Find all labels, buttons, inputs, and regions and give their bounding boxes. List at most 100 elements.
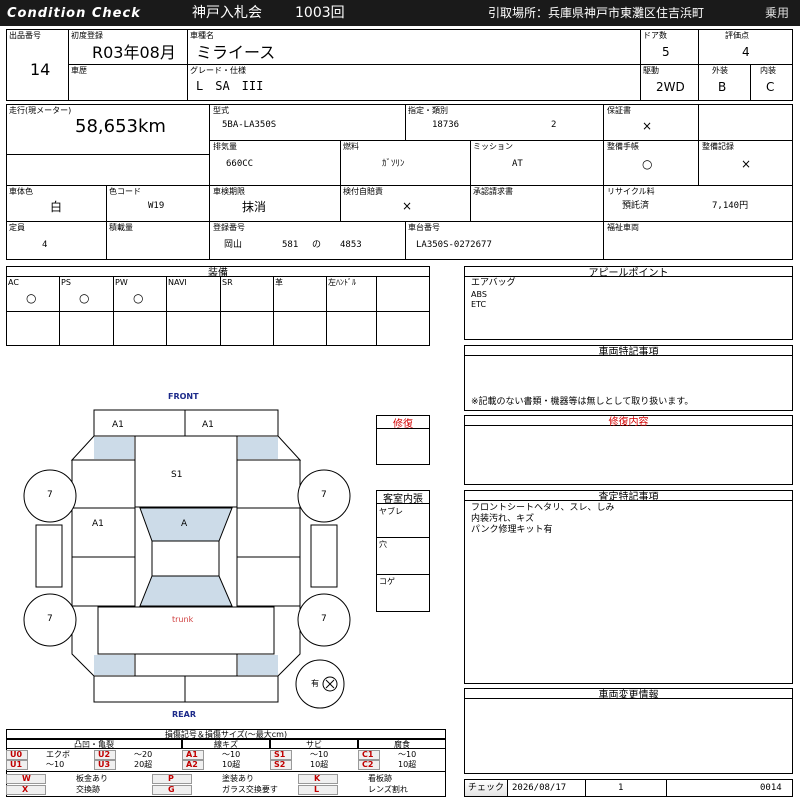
lot-number: 14 [30,60,51,79]
displacement-label: 排気量 [213,142,237,151]
score-value: 4 [742,45,750,59]
score-label: 評価点 [725,31,749,40]
legend-code: A1 [186,750,198,759]
legend-group-header: 凸凹・亀裂 [6,739,182,749]
history-label: 車歴 [71,66,87,75]
manual-label: 整備手帳 [607,142,639,151]
car-name-label: 車種名 [190,31,214,40]
assessment-line-2: 内装汚れ、キズ [471,514,535,524]
legend-group-header: 腐食 [358,739,446,749]
reg-class: 581 [282,240,299,250]
assessment-line-1: フロントシートヘタリ、スレ、しみ [471,503,615,513]
cabin-burn: コゲ [379,577,395,586]
vehicle-category: 乗用 [765,6,790,20]
color-label: 車体色 [9,187,33,196]
legend-desc: 10超 [222,760,241,769]
legend-code: L [314,785,320,794]
approval-label: 承認請求書 [473,187,513,196]
car-diagram [23,409,351,709]
model-label: 型式 [213,106,229,115]
legend-title: 損傷記号＆損傷サイズ(～最大cm) [6,729,446,739]
first-reg-value: R03年08月 [92,43,176,62]
displacement-value: 660CC [226,159,254,169]
equipment-mark: ○ [133,291,144,305]
special-notes-title: 車両特記事項 [464,345,793,358]
legend-desc: 板金あり [76,774,108,783]
recycle-status: 預託済 [622,201,650,211]
appeal-title: アピールポイント [464,266,793,279]
car-name-value: ミライース [196,43,276,62]
load-label: 積載量 [109,223,133,232]
trunk-label: trunk [172,615,194,624]
legend-desc: ～10 [398,750,417,759]
legend-group-header: 線キズ [182,739,270,749]
legend-desc: 交換跡 [76,785,100,794]
legend-desc: ～20 [134,750,153,759]
window-panels [94,437,278,675]
legend-desc: エクボ [46,750,70,759]
pedal-label: 有 [311,679,319,688]
tire-front-left: 7 [47,490,53,500]
welfare-label: 福祉車両 [607,223,639,232]
equipment-label: AC [8,278,19,287]
category-label: 指定・類別 [408,106,448,115]
special-notes-text: ※記載のない書類・機器等は無しとして取り扱います。 [471,397,694,407]
cabin-tear: ヤブレ [379,507,403,516]
equipment-label: SR [222,278,233,287]
legend-desc: 10超 [310,760,329,769]
legend-desc: ～10 [310,750,329,759]
legend-code: G [168,785,175,794]
equipment-label: PW [115,278,128,287]
tire-rear-right: 7 [321,614,327,624]
fuel-label: 燃料 [343,142,359,151]
manual-value: ○ [642,157,653,171]
exterior-grade: B [718,80,727,94]
category-b: 2 [551,120,557,130]
legend-desc: ガラス交換要す [222,785,278,794]
appeal-line-3: ETC [471,300,487,309]
appeal-line-2: ABS [471,290,487,299]
legend-code: W [22,774,31,783]
inspection-value: 抹消 [242,200,267,214]
check-code: 0014 [760,783,782,793]
fuel-value: ｶﾞｿﾘﾝ [382,159,405,169]
damage-front-left: A1 [112,420,124,430]
capacity-label: 定員 [9,223,25,232]
recycle-label: リサイクル料 [607,187,655,196]
check-label: チェック [468,783,505,793]
equipment-label: PS [61,278,71,287]
color-value: 白 [50,200,63,214]
doors-value: 5 [662,45,670,59]
equipment-label: 左ﾊﾝﾄﾞﾙ [328,278,356,287]
model-value: 5BA-LA350S [222,120,277,130]
insurance-label: 検付自賠責 [343,187,383,196]
cabin-lining-title: 客室内張 [376,490,430,505]
drive-label: 駆動 [643,66,659,75]
color-code-value: W19 [148,201,165,211]
damage-windshield: A [181,519,188,529]
mission-label: ミッション [473,142,513,151]
legend-desc: 塗装あり [222,774,254,783]
reg-kana: の [312,240,322,250]
first-reg-label: 初度登録 [71,31,103,40]
reg-number: 4853 [340,240,362,250]
damage-left-door: A1 [92,519,104,529]
assessment-line-3: パンク修理キット有 [471,525,553,535]
legend-desc: 看板跡 [368,774,392,783]
legend-code: U2 [98,750,111,759]
tire-front-right: 7 [321,490,327,500]
legend-code: U0 [10,750,23,759]
reg-number-label: 登録番号 [213,223,245,232]
chassis-value: LA350S-0272677 [416,240,492,250]
repair-content-title: 修復内容 [464,415,793,428]
grade-label: グレード・仕様 [190,66,246,75]
drive-value: 2WD [656,80,685,94]
legend-code: S2 [274,760,286,769]
check-date: 2026/08/17 [512,783,567,793]
equipment-label: 革 [275,278,283,287]
legend-code: X [22,785,29,794]
legend-code: P [168,774,174,783]
check-number: 1 [618,783,624,793]
interior-grade: C [766,80,775,94]
auction-session: 1003回 [295,5,345,21]
